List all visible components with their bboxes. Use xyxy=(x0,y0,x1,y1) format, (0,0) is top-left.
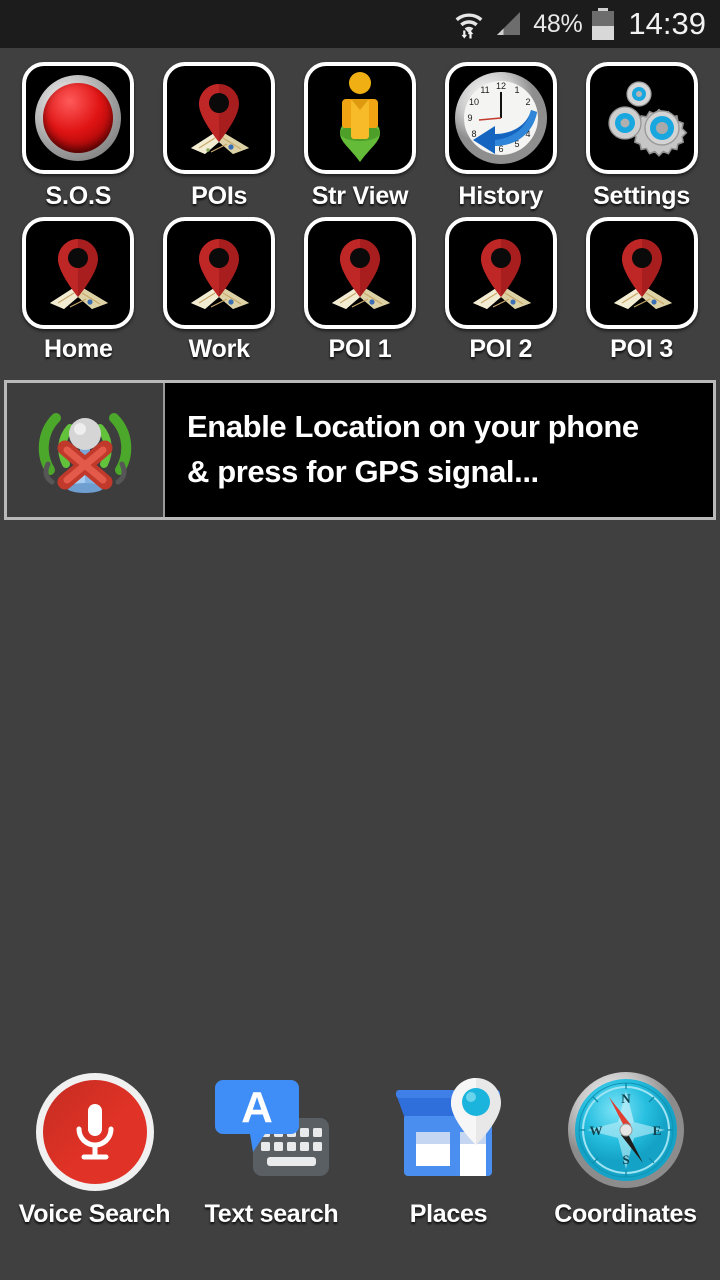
pois-tile[interactable] xyxy=(163,62,276,174)
app-tile-poi-2[interactable]: POI 2 xyxy=(432,217,570,364)
bottom-item-places[interactable]: Places xyxy=(363,1068,535,1229)
app-label: POI 1 xyxy=(328,335,392,363)
svg-text:10: 10 xyxy=(469,97,479,107)
home-tile[interactable] xyxy=(22,217,135,329)
voice-search-icon-wrap[interactable] xyxy=(31,1068,159,1196)
app-tile-poi-3[interactable]: POI 3 xyxy=(573,217,711,364)
svg-text:A: A xyxy=(241,1083,273,1132)
svg-text:1: 1 xyxy=(514,85,519,95)
poi-2-tile[interactable] xyxy=(444,217,557,329)
app-label: POIs xyxy=(191,182,248,210)
app-tile-poi-1[interactable]: POI 1 xyxy=(291,217,429,364)
places-icon-wrap[interactable] xyxy=(385,1068,513,1196)
map-pin-icon xyxy=(453,225,549,321)
app-label: POI 2 xyxy=(469,335,533,363)
bottom-toolbar: Voice Search A Text search Places N S W … xyxy=(0,1050,720,1280)
cell-signal-icon xyxy=(494,10,524,38)
app-tile-sos[interactable]: S.O.S xyxy=(9,62,147,211)
app-label: Work xyxy=(188,335,250,363)
coordinates-icon-wrap[interactable]: N S W E xyxy=(562,1068,690,1196)
app-label: Settings xyxy=(593,182,691,210)
battery-icon xyxy=(591,8,615,40)
poi-1-tile[interactable] xyxy=(303,217,416,329)
svg-text:9: 9 xyxy=(467,113,472,123)
app-label: History xyxy=(458,182,544,210)
app-label: S.O.S xyxy=(45,182,112,210)
battery-percent-label: 48% xyxy=(533,9,583,38)
bottom-item-text-search[interactable]: A Text search xyxy=(186,1068,358,1229)
work-tile[interactable] xyxy=(163,217,276,329)
status-bar-clock: 14:39 xyxy=(628,6,706,41)
storefront-pin-icon xyxy=(386,1070,512,1195)
bottom-item-label: Coordinates xyxy=(554,1200,697,1228)
map-pin-icon xyxy=(171,225,267,321)
bottom-item-voice-search[interactable]: Voice Search xyxy=(9,1068,181,1229)
svg-text:N: N xyxy=(621,1091,631,1106)
bottom-item-label: Voice Search xyxy=(18,1200,171,1228)
map-pin-icon xyxy=(594,225,690,321)
map-pin-icon xyxy=(312,225,408,321)
gps-banner-line-1: Enable Location on your phone xyxy=(187,409,639,445)
app-tile-work[interactable]: Work xyxy=(150,217,288,364)
svg-text:8: 8 xyxy=(471,129,476,139)
svg-text:W: W xyxy=(589,1123,602,1138)
app-tile-history[interactable]: 12 1 2 3 4 5 6 7 8 9 10 11 xyxy=(432,62,570,211)
status-bar: 48% 14:39 xyxy=(0,0,720,48)
keyboard-text-icon: A xyxy=(209,1070,335,1195)
sos-tile[interactable] xyxy=(22,62,135,174)
bottom-item-coordinates[interactable]: N S W E Coordinates xyxy=(540,1068,712,1229)
bottom-item-label: Places xyxy=(409,1200,488,1228)
street-view-pegman-icon xyxy=(312,66,408,170)
sos-button-icon xyxy=(35,75,122,161)
gps-banner-line-2: & press for GPS signal... xyxy=(187,454,539,489)
gps-banner-icon-area xyxy=(7,383,165,517)
app-tile-settings[interactable]: Settings xyxy=(573,62,711,211)
svg-text:S: S xyxy=(622,1152,629,1167)
gps-signal-disabled-icon xyxy=(22,392,148,509)
map-pin-icon xyxy=(30,225,126,321)
gps-banner-text: Enable Location on your phone & press fo… xyxy=(165,383,713,517)
history-tile[interactable]: 12 1 2 3 4 5 6 7 8 9 10 11 xyxy=(444,62,557,174)
str-view-tile[interactable] xyxy=(303,62,416,174)
svg-text:12: 12 xyxy=(496,81,506,91)
map-pin-icon xyxy=(171,70,267,166)
gears-icon xyxy=(592,66,692,170)
app-grid-row: S.O.S POIs Str View 12 1 2 4 5 6 8 9 10 … xyxy=(8,62,712,211)
microphone-icon xyxy=(35,1073,154,1191)
text-search-icon-wrap[interactable]: A xyxy=(208,1068,336,1196)
bottom-item-label: Text search xyxy=(204,1200,339,1228)
gps-status-banner[interactable]: Enable Location on your phone & press fo… xyxy=(4,380,716,520)
app-grid: S.O.S POIs Str View 12 1 2 4 5 6 8 9 10 … xyxy=(0,48,720,364)
app-tile-home[interactable]: Home xyxy=(9,217,147,364)
app-label: Home xyxy=(44,335,113,363)
app-grid-row: Home Work POI 1 POI 2 POI 3 xyxy=(8,217,712,364)
compass-icon: N S W E xyxy=(565,1069,687,1196)
app-tile-pois[interactable]: POIs xyxy=(150,62,288,211)
app-tile-str-view[interactable]: Str View xyxy=(291,62,429,211)
settings-tile[interactable] xyxy=(585,62,698,174)
app-label: Str View xyxy=(311,182,409,210)
wifi-icon xyxy=(453,9,485,39)
app-label: POI 3 xyxy=(610,335,674,363)
svg-text:2: 2 xyxy=(525,97,530,107)
clock-back-arrow-icon: 12 1 2 3 4 5 6 7 8 9 10 11 xyxy=(451,68,551,168)
svg-text:11: 11 xyxy=(480,85,489,95)
poi-3-tile[interactable] xyxy=(585,217,698,329)
svg-text:E: E xyxy=(652,1123,661,1138)
